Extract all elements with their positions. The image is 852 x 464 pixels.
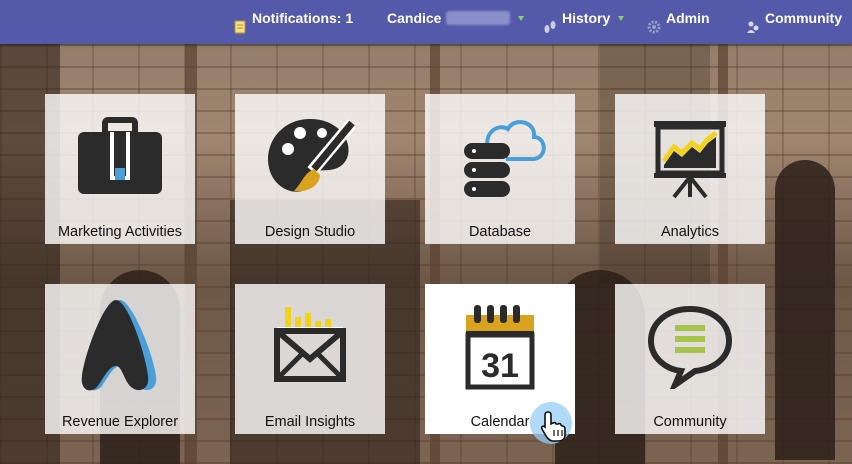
email-insights-icon xyxy=(260,296,360,396)
tile-label: Revenue Explorer xyxy=(61,414,179,430)
palette-icon xyxy=(260,106,360,206)
chevron-down-icon xyxy=(518,15,525,21)
tile-revenue-explorer[interactable]: Revenue Explorer xyxy=(45,284,195,434)
footprints-icon xyxy=(543,11,557,33)
notifications-link[interactable]: Notifications: 1 xyxy=(233,0,353,36)
history-label: History xyxy=(562,10,611,26)
admin-label: Admin xyxy=(666,10,710,26)
revenue-explorer-icon xyxy=(70,296,170,396)
redacted-surname xyxy=(446,11,511,25)
tile-marketing-activities[interactable]: Marketing Activities xyxy=(45,94,195,244)
tile-analytics[interactable]: Analytics xyxy=(615,94,765,244)
speech-bubble-icon xyxy=(640,296,740,396)
user-menu[interactable]: Candice xyxy=(387,0,525,36)
notifications-label: Notifications: 1 xyxy=(252,10,354,26)
tile-label: Community xyxy=(653,414,727,430)
chevron-down-icon xyxy=(618,15,625,21)
calendar-day-number: 31 xyxy=(481,347,519,385)
calendar-icon: 31 xyxy=(450,296,550,396)
top-navigation-bar: Notifications: 1 Candice History Admin C… xyxy=(0,0,852,44)
history-menu[interactable]: History xyxy=(543,0,625,36)
tile-label: Database xyxy=(468,224,532,240)
notepad-icon xyxy=(233,11,247,34)
database-cloud-icon xyxy=(450,106,550,206)
community-label: Community xyxy=(765,10,842,26)
tile-database[interactable]: Database xyxy=(425,94,575,244)
tile-email-insights[interactable]: Email Insights xyxy=(235,284,385,434)
tile-label: Analytics xyxy=(660,224,720,240)
chart-easel-icon xyxy=(640,106,740,206)
tile-label: Email Insights xyxy=(264,414,356,430)
community-link[interactable]: Community xyxy=(746,0,842,36)
tile-community[interactable]: Community xyxy=(615,284,765,434)
people-icon xyxy=(746,11,760,33)
tile-design-studio[interactable]: Design Studio xyxy=(235,94,385,244)
hand-cursor-icon xyxy=(540,410,566,447)
tile-label: Marketing Activities xyxy=(57,224,183,240)
tile-label: Design Studio xyxy=(264,224,356,240)
gear-icon xyxy=(647,11,661,34)
user-name: Candice xyxy=(387,10,442,26)
briefcase-icon xyxy=(70,106,170,206)
admin-link[interactable]: Admin xyxy=(647,0,710,36)
